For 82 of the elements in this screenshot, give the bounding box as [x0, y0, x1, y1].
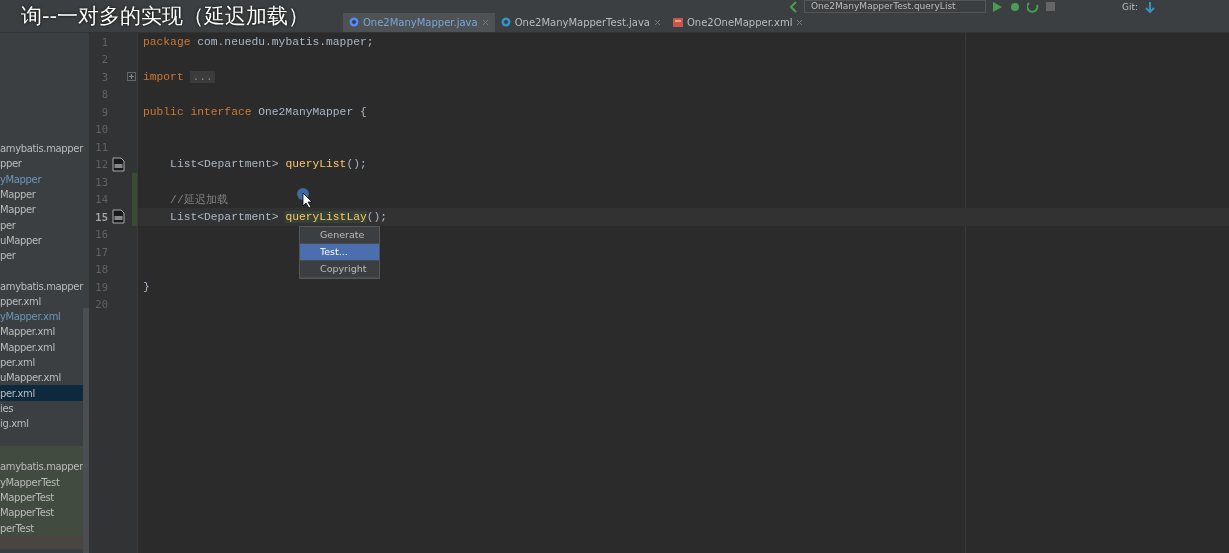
- tree-item[interactable]: Mapper.xml: [0, 324, 83, 340]
- code-text: List<Department>: [169, 210, 280, 223]
- tree-item-label: uMapper.xml: [0, 372, 61, 384]
- tree-item-label: per: [0, 219, 16, 231]
- close-icon[interactable]: [481, 19, 489, 26]
- menu-item[interactable]: Copyright: [300, 261, 379, 278]
- code-text: queryList: [285, 158, 347, 171]
- debug-icon[interactable]: [1009, 0, 1021, 13]
- tree-item[interactable]: perTest: [0, 520, 83, 536]
- scrollbar[interactable]: [83, 308, 89, 553]
- tree-item-label: pper: [0, 158, 22, 170]
- tree-item-label: MapperTest: [0, 507, 54, 519]
- tree-item-label: uMapper: [0, 234, 42, 246]
- tree-item[interactable]: ies: [0, 400, 83, 417]
- run-configuration-dropdown[interactable]: One2ManyMapperTest.queryList: [804, 0, 986, 13]
- code-text: }: [143, 280, 150, 293]
- code-text: com.neuedu.mybatis.mapper;: [196, 35, 374, 48]
- tree-item-label: yMapper.xml: [0, 311, 61, 323]
- tree-item-label: yMapper: [0, 173, 42, 185]
- code-text: queryListLay: [285, 210, 367, 223]
- mapper-file-icon[interactable]: [112, 209, 125, 225]
- tree-item[interactable]: yMapper.xml: [0, 308, 83, 325]
- close-icon[interactable]: [653, 19, 661, 26]
- code-text: public interface: [143, 105, 252, 118]
- tree-item[interactable]: per: [0, 248, 83, 264]
- tree-item-label: Mapper.xml: [0, 326, 55, 338]
- tree-item[interactable]: uMapper.xml: [0, 370, 83, 386]
- update-icon[interactable]: [1144, 0, 1157, 13]
- tree-item[interactable]: uMapper: [0, 232, 83, 249]
- vcs-label: Git:: [1122, 1, 1139, 12]
- tree-item[interactable]: per: [0, 217, 83, 233]
- code-text: One2ManyMapper {: [257, 105, 367, 118]
- code-text: //延迟加载: [169, 192, 228, 207]
- run-icon[interactable]: [992, 0, 1003, 13]
- tree-item-label: Mapper: [0, 189, 36, 201]
- code-text: ();: [366, 210, 388, 223]
- code-text: package: [143, 35, 191, 48]
- tree-item[interactable]: ig.xml: [0, 416, 83, 432]
- interface-file-icon: [349, 17, 359, 28]
- tree-item[interactable]: yMapper: [0, 171, 83, 187]
- editor-tab[interactable]: One2ManyMapper.java: [343, 13, 495, 32]
- tree-item-label: ies: [0, 402, 14, 414]
- fold-icon[interactable]: [127, 72, 136, 81]
- stop-icon[interactable]: [1045, 0, 1056, 13]
- tree-item-label: MapperTest: [0, 492, 54, 504]
- tree-item[interactable]: per.xml: [0, 385, 83, 401]
- mapper-file-icon[interactable]: [112, 156, 125, 172]
- close-icon[interactable]: [796, 19, 804, 26]
- class-file-icon: [500, 17, 511, 28]
- folded-code[interactable]: ...: [190, 70, 215, 83]
- tree-item[interactable]: amybatis.mapper: [0, 459, 83, 475]
- mouse-cursor-icon: [297, 188, 313, 209]
- tree-item[interactable]: pper: [0, 156, 83, 172]
- tree-item[interactable]: per.xml: [0, 354, 83, 371]
- tree-item[interactable]: Mapper: [0, 202, 83, 218]
- menu-item[interactable]: Test...: [300, 244, 379, 261]
- tree-item-label: per.xml: [0, 387, 35, 399]
- code-text: ();: [346, 158, 367, 171]
- tree-item-label: yMapperTest: [0, 476, 60, 488]
- tree-item-label: ig.xml: [0, 418, 29, 430]
- editor-tab[interactable]: One2ManyMapperTest.java: [494, 13, 667, 32]
- tree-item-label: per: [0, 250, 16, 262]
- tree-item[interactable]: Mapper.xml: [0, 339, 83, 355]
- tree-item[interactable]: MapperTest: [0, 489, 83, 506]
- tree-item[interactable]: pper.xml: [0, 293, 83, 309]
- xml-file-icon: [672, 17, 683, 28]
- tree-item[interactable]: Mapper: [0, 186, 83, 203]
- code-text: import: [143, 70, 184, 83]
- line-number: 15: [94, 210, 108, 223]
- tree-item-label: perTest: [0, 522, 34, 534]
- code-text: List<Department>: [169, 158, 280, 171]
- editor-tab[interactable]: One2OneMapper.xml: [666, 13, 810, 32]
- tree-item[interactable]: amybatis.mapper: [0, 141, 83, 157]
- tree-item[interactable]: yMapperTest: [0, 474, 83, 490]
- tree-item[interactable]: MapperTest: [0, 505, 83, 521]
- tree-item-label: per.xml: [0, 357, 35, 368]
- tree-item-label: Mapper: [0, 204, 36, 216]
- tree-item-label: pper.xml: [0, 295, 41, 307]
- coverage-icon[interactable]: [1027, 0, 1039, 13]
- tree-item[interactable]: amybatis.mapper: [0, 278, 83, 294]
- tree-item-label: Mapper.xml: [0, 341, 55, 353]
- video-caption: 询--一对多的实现（延迟加载）: [21, 3, 310, 30]
